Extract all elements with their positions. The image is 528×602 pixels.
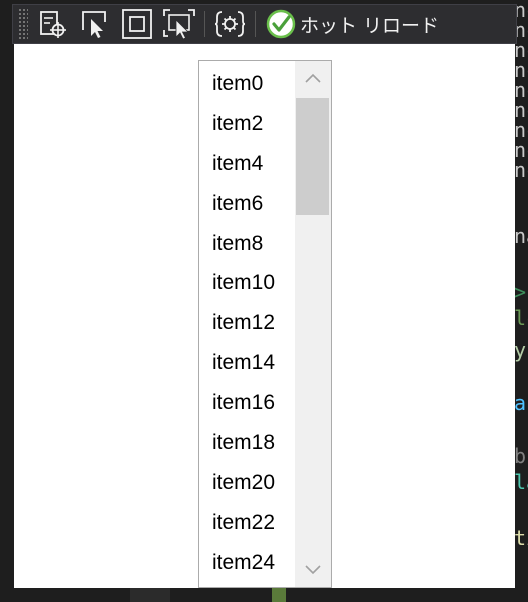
scroll-down-button[interactable]	[295, 553, 331, 587]
list-item[interactable]: item20	[199, 463, 295, 503]
binding-failures-button[interactable]	[211, 7, 249, 41]
list-item[interactable]: item2	[199, 104, 295, 144]
list-item[interactable]: item4	[199, 144, 295, 184]
scrollbar-thumb[interactable]	[296, 98, 329, 215]
toolbar-separator	[255, 11, 256, 37]
list-item[interactable]: item12	[199, 303, 295, 343]
bg-code-fragment: lc	[514, 306, 528, 330]
list-item[interactable]: item8	[199, 224, 295, 264]
display-layout-adorners-button[interactable]	[118, 7, 156, 41]
list-item[interactable]: item16	[199, 383, 295, 423]
list-item[interactable]: item6	[199, 184, 295, 224]
chevron-down-icon	[305, 565, 321, 575]
binding-failures-icon	[214, 11, 246, 37]
list-item[interactable]: item22	[199, 503, 295, 543]
select-element-icon	[82, 11, 106, 38]
hot-reload-label: ホット リロード	[300, 14, 440, 37]
vertical-scrollbar[interactable]	[295, 61, 331, 587]
bg-strip	[272, 588, 286, 602]
live-visual-tree-button[interactable]	[34, 7, 72, 41]
bg-code-fragment: na	[514, 224, 528, 248]
bg-code-fragment: y	[514, 338, 527, 362]
display-layout-adorners-icon	[122, 9, 152, 39]
app-window-content: item0 item2 item4 item6 item8 item10 ite…	[14, 44, 515, 588]
list-item[interactable]: item0	[199, 64, 295, 104]
hot-reload-indicator[interactable]: ホット リロード	[262, 7, 445, 41]
track-focused-element-icon	[163, 9, 195, 40]
live-visual-tree-icon	[40, 11, 66, 38]
bg-code-fragment: b	[514, 444, 527, 468]
select-element-button[interactable]	[76, 7, 114, 41]
in-app-toolbar: ホット リロード	[12, 4, 517, 44]
list-item[interactable]: item14	[199, 343, 295, 383]
bg-code-fragment: ti	[514, 526, 528, 550]
bg-code-fragment: a	[514, 391, 527, 415]
bg-code-fragment: la	[514, 470, 528, 494]
checkmark-circle-icon	[266, 9, 296, 39]
scroll-up-button[interactable]	[295, 61, 331, 95]
toolbar-grip[interactable]	[18, 8, 28, 40]
listbox-items: item0 item2 item4 item6 item8 item10 ite…	[199, 64, 295, 583]
toolbar-separator	[204, 11, 205, 37]
bg-code-fragment: >	[514, 280, 527, 304]
list-item[interactable]: item18	[199, 423, 295, 463]
bg-strip	[130, 588, 170, 602]
track-focused-element-button[interactable]	[160, 7, 198, 41]
list-item[interactable]: item10	[199, 263, 295, 303]
list-item[interactable]: item24	[199, 543, 295, 583]
item-listbox[interactable]: item0 item2 item4 item6 item8 item10 ite…	[198, 60, 332, 588]
chevron-up-icon	[305, 73, 321, 83]
